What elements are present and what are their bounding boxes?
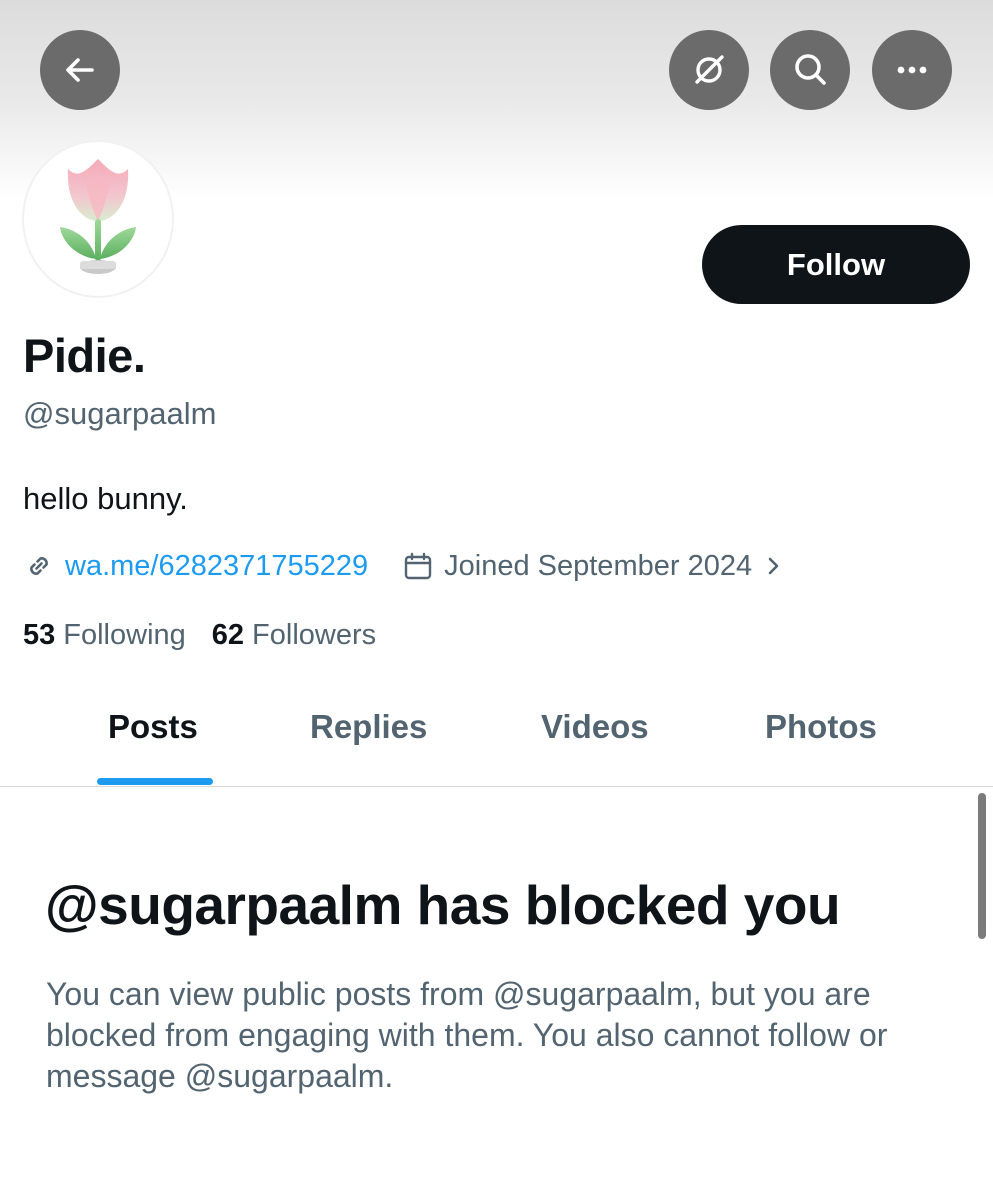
tab-photos[interactable]: Photos [765, 708, 877, 746]
followers-stat[interactable]: 62 Followers [212, 619, 376, 652]
following-stat[interactable]: 53 Following [23, 619, 186, 652]
following-count: 53 [23, 619, 56, 651]
avatar[interactable] [22, 140, 174, 298]
display-name: Pidie. [23, 329, 146, 382]
search-icon [795, 54, 826, 85]
more-horizontal-icon [897, 66, 927, 74]
tabs-divider [0, 786, 993, 787]
grok-icon [695, 55, 724, 84]
arrow-left-icon [66, 58, 94, 82]
profile-meta: wa.me/6282371755229 Joined September 202… [23, 546, 788, 586]
profile-handle: @sugarpaalm [23, 396, 217, 431]
calendar-icon [404, 552, 432, 580]
profile-bio: hello bunny. [23, 481, 188, 516]
grok-button[interactable] [669, 30, 749, 110]
back-button[interactable] [40, 30, 120, 110]
chevron-right-icon[interactable] [758, 551, 788, 581]
follow-stats: 53 Following 62 Followers [23, 619, 376, 652]
followers-label: Followers [252, 619, 377, 651]
blocked-description: You can view public posts from @sugarpaa… [46, 976, 888, 1094]
joined-date: Joined September 2024 [444, 549, 753, 582]
tab-replies[interactable]: Replies [310, 708, 427, 746]
profile-link[interactable]: wa.me/6282371755229 [65, 550, 368, 583]
follow-button[interactable]: Follow [702, 225, 970, 304]
blocked-title: @sugarpaalm has blocked you [45, 874, 841, 936]
active-tab-indicator [97, 778, 213, 785]
search-button[interactable] [770, 30, 850, 110]
tab-videos[interactable]: Videos [541, 708, 649, 746]
more-button[interactable] [872, 30, 952, 110]
tulip-avatar-icon [60, 159, 136, 274]
followers-count: 62 [211, 619, 245, 651]
following-label: Following [63, 619, 186, 651]
link-icon [30, 557, 48, 575]
scrollbar[interactable] [978, 793, 986, 939]
tab-posts[interactable]: Posts [108, 708, 198, 746]
